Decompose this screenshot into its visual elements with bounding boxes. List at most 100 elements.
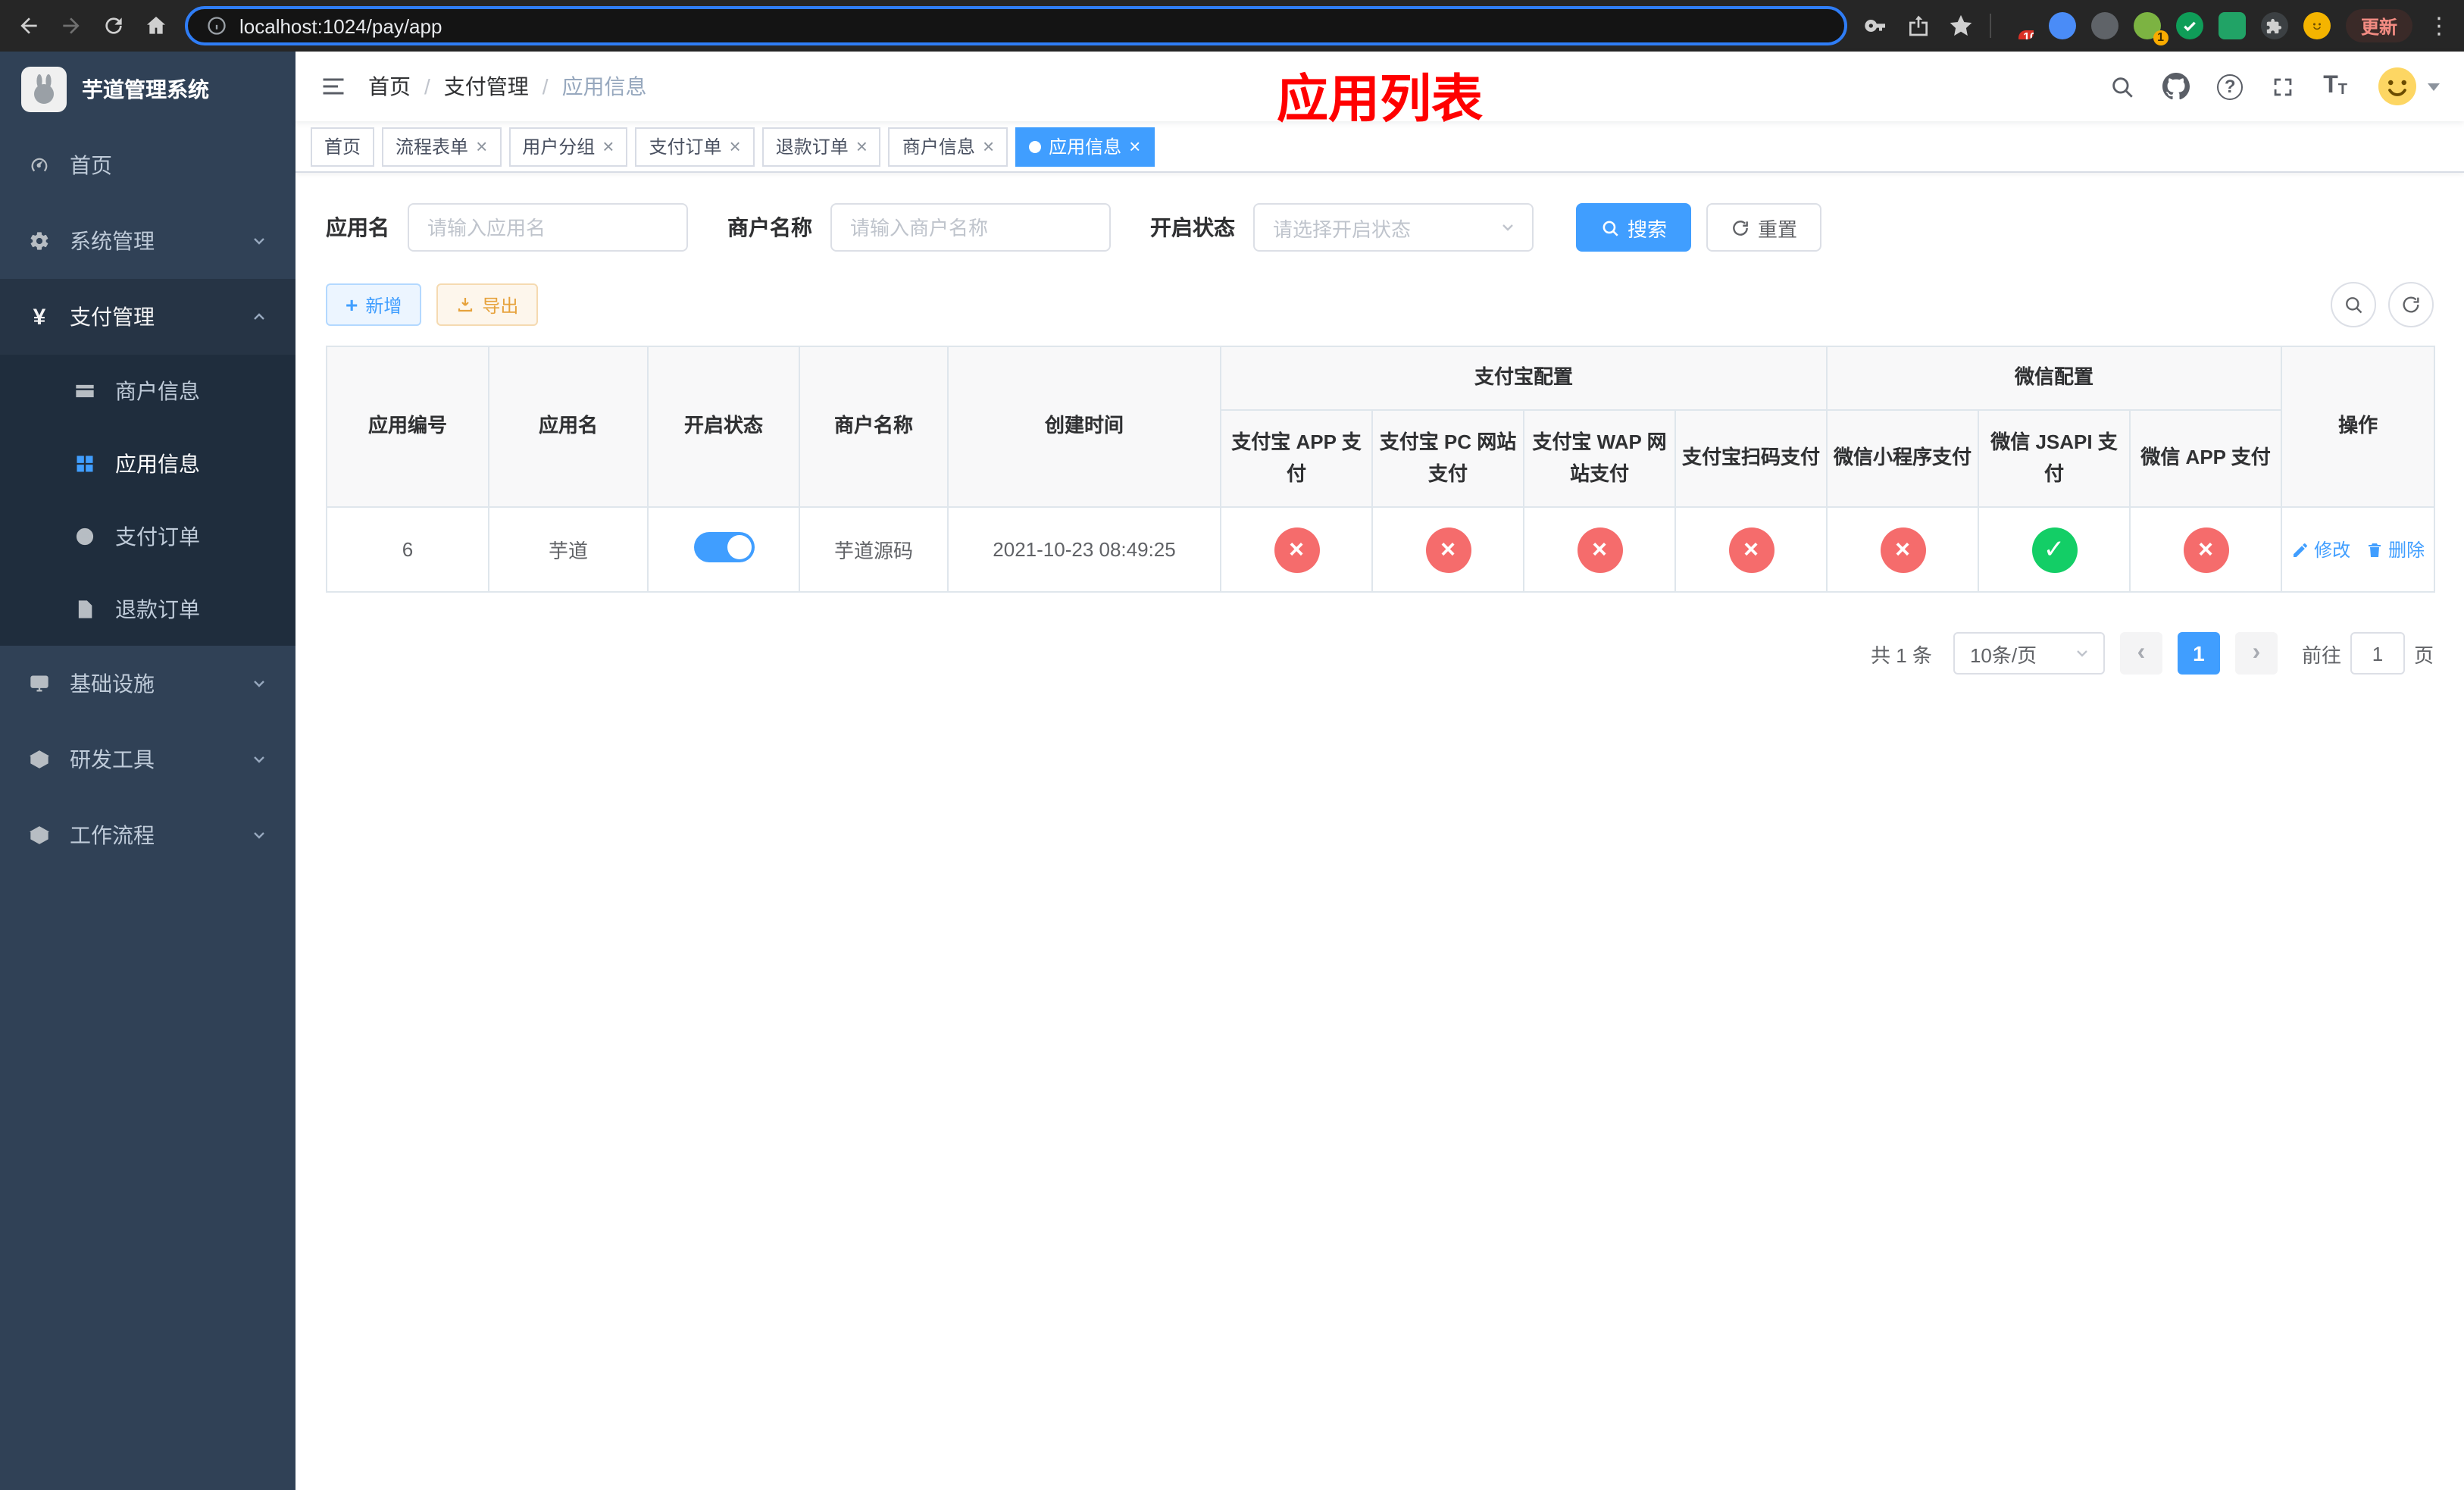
col-app-id: 应用编号 bbox=[326, 346, 489, 508]
site-info-icon[interactable] bbox=[206, 15, 227, 36]
extension-avatar-icon[interactable]: 1 bbox=[2133, 12, 2169, 45]
close-icon[interactable]: × bbox=[476, 136, 487, 156]
sidebar-item-label: 首页 bbox=[70, 153, 112, 177]
back-icon[interactable] bbox=[15, 12, 42, 39]
export-button[interactable]: 导出 bbox=[436, 283, 539, 326]
next-page-button[interactable]: › bbox=[2234, 632, 2278, 675]
address-bar[interactable]: localhost:1024/pay/app bbox=[185, 6, 1847, 45]
font-size-icon[interactable]: TT bbox=[2323, 74, 2347, 99]
help-icon[interactable]: ? bbox=[2217, 74, 2244, 99]
tab-label: 商户信息 bbox=[902, 136, 975, 158]
download-icon bbox=[458, 298, 473, 312]
payment-submenu: 商户信息 应用信息 支付订单 退款订单 bbox=[0, 355, 295, 646]
sidebar-item-payment-orders[interactable]: 支付订单 bbox=[0, 500, 295, 573]
toggle-search-button[interactable] bbox=[2331, 282, 2376, 327]
box-icon bbox=[27, 749, 52, 770]
extension-grid-icon[interactable]: 10 bbox=[2006, 12, 2034, 39]
app-name-input[interactable] bbox=[408, 203, 688, 252]
goto-suffix: 页 bbox=[2413, 643, 2434, 666]
extensions-puzzle-icon[interactable] bbox=[2260, 12, 2288, 39]
status-x-icon: × bbox=[1728, 527, 1774, 572]
github-icon[interactable] bbox=[2162, 73, 2190, 100]
edit-link[interactable]: 修改 bbox=[2291, 537, 2350, 562]
sidebar-item-infrastructure[interactable]: 基础设施 bbox=[0, 646, 295, 722]
refresh-icon bbox=[2403, 296, 2419, 313]
tab-process-form[interactable]: 流程表单 × bbox=[382, 127, 502, 166]
close-icon[interactable]: × bbox=[1129, 136, 1140, 156]
extension-face-icon[interactable] bbox=[2303, 12, 2331, 39]
browser-update-button[interactable]: 更新 bbox=[2345, 9, 2412, 42]
tab-merchant-info[interactable]: 商户信息 × bbox=[888, 127, 1008, 166]
url-text[interactable]: localhost:1024/pay/app bbox=[239, 14, 442, 37]
forward-icon[interactable] bbox=[58, 12, 85, 39]
status-x-icon: × bbox=[1577, 527, 1622, 572]
menu-fold-icon[interactable] bbox=[320, 73, 347, 100]
sidebar-item-system[interactable]: 系统管理 bbox=[0, 203, 295, 279]
breadcrumb-home[interactable]: 首页 bbox=[368, 71, 411, 102]
avatar-emoji-icon bbox=[2378, 67, 2416, 105]
col-alipay-pc: 支付宝 PC 网站支付 bbox=[1371, 409, 1524, 508]
refresh-icon bbox=[1733, 220, 1748, 235]
tab-label: 退款订单 bbox=[775, 136, 849, 158]
home-icon[interactable] bbox=[142, 12, 170, 39]
chevron-down-icon bbox=[250, 232, 268, 250]
close-icon[interactable]: × bbox=[730, 136, 741, 156]
page-number-1[interactable]: 1 bbox=[2177, 632, 2220, 675]
search-button[interactable]: 搜索 bbox=[1576, 203, 1692, 252]
status-x-icon: × bbox=[1425, 527, 1471, 572]
status-x-icon: × bbox=[1880, 527, 1926, 572]
prev-page-button[interactable]: ‹ bbox=[2119, 632, 2162, 675]
sidebar-item-merchant-info[interactable]: 商户信息 bbox=[0, 355, 295, 427]
extension-blue-icon[interactable] bbox=[2048, 12, 2076, 39]
bookmark-star-icon[interactable] bbox=[1947, 12, 1975, 39]
sidebar-item-workflow[interactable]: 工作流程 bbox=[0, 797, 295, 873]
add-button[interactable]: + 新增 bbox=[326, 283, 422, 326]
tab-app-info[interactable]: 应用信息 × bbox=[1015, 127, 1155, 166]
close-icon[interactable]: × bbox=[983, 136, 994, 156]
user-avatar[interactable] bbox=[2375, 64, 2440, 109]
col-wx-app: 微信 APP 支付 bbox=[2129, 409, 2283, 508]
app-title: 芋道管理系统 bbox=[82, 77, 209, 102]
tab-home[interactable]: 首页 bbox=[311, 127, 375, 166]
cell-alipay-pc: × bbox=[1371, 506, 1524, 593]
status-toggle[interactable] bbox=[693, 532, 754, 562]
reset-button[interactable]: 重置 bbox=[1706, 203, 1822, 252]
status-select[interactable]: 请选择开启状态 bbox=[1253, 203, 1534, 252]
extension-badge: 10 bbox=[2018, 30, 2034, 39]
sidebar-item-payment[interactable]: ¥ 支付管理 bbox=[0, 279, 295, 355]
browser-menu-icon[interactable]: ⋮ bbox=[2428, 12, 2450, 39]
cell-wx-jsapi: ✓ bbox=[1978, 506, 2131, 593]
breadcrumb-payment[interactable]: 支付管理 bbox=[444, 71, 529, 102]
extension-check-icon[interactable] bbox=[2175, 12, 2203, 39]
active-tab-dot-icon bbox=[1029, 140, 1042, 152]
cell-wx-app: × bbox=[2129, 506, 2283, 593]
page-size-select[interactable]: 10条/页 bbox=[1953, 632, 2105, 675]
search-icon[interactable] bbox=[2109, 74, 2135, 99]
extension-gray-icon[interactable] bbox=[2090, 12, 2118, 39]
tab-refund-orders[interactable]: 退款订单 × bbox=[761, 127, 881, 166]
share-icon[interactable] bbox=[1905, 12, 1932, 39]
fullscreen-icon[interactable] bbox=[2270, 74, 2296, 99]
tab-user-group[interactable]: 用户分组 × bbox=[508, 127, 628, 166]
delete-link[interactable]: 删除 bbox=[2366, 537, 2425, 562]
credit-card-icon bbox=[73, 380, 97, 402]
password-key-icon[interactable] bbox=[1862, 12, 1890, 39]
extension-green-square-icon[interactable] bbox=[2218, 12, 2246, 39]
col-alipay-app: 支付宝 APP 支付 bbox=[1220, 409, 1373, 508]
breadcrumb-separator: / bbox=[542, 74, 549, 99]
reload-icon[interactable] bbox=[100, 12, 127, 39]
close-icon[interactable]: × bbox=[602, 136, 614, 156]
sidebar-item-app-info[interactable]: 应用信息 bbox=[0, 427, 295, 500]
close-icon[interactable]: × bbox=[856, 136, 868, 156]
sidebar-item-label: 工作流程 bbox=[70, 823, 155, 847]
merchant-name-input[interactable] bbox=[830, 203, 1111, 252]
pagination: 共 1 条 10条/页 ‹ 1 › 前往 页 bbox=[326, 632, 2434, 675]
refresh-table-button[interactable] bbox=[2388, 282, 2434, 327]
tab-payment-orders[interactable]: 支付订单 × bbox=[635, 127, 755, 166]
sidebar-item-dev-tools[interactable]: 研发工具 bbox=[0, 722, 295, 797]
sidebar-item-label: 退款订单 bbox=[115, 597, 200, 621]
goto-page-input[interactable] bbox=[2350, 632, 2405, 675]
app-logo[interactable]: 芋道管理系统 bbox=[0, 52, 295, 127]
sidebar-item-home[interactable]: 首页 bbox=[0, 127, 295, 203]
sidebar-item-refund-orders[interactable]: 退款订单 bbox=[0, 573, 295, 646]
